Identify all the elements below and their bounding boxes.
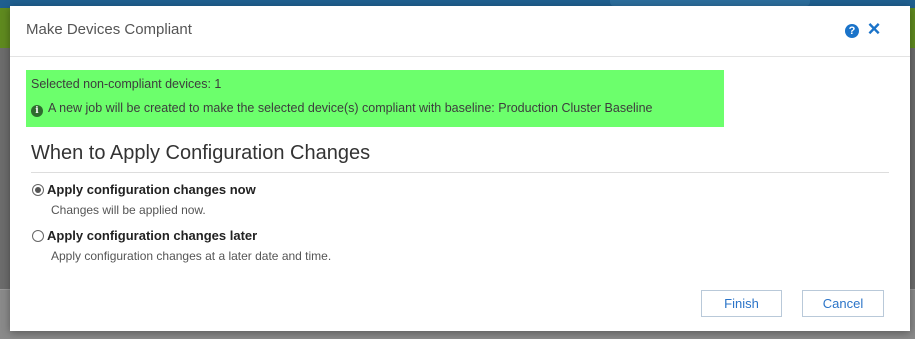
apply-now-description: Changes will be applied now. bbox=[51, 203, 206, 217]
dialog-header: Make Devices Compliant ? × bbox=[10, 6, 910, 57]
section-title: When to Apply Configuration Changes bbox=[31, 142, 371, 164]
close-icon[interactable]: × bbox=[866, 18, 882, 40]
apply-later-label[interactable]: Apply configuration changes later bbox=[47, 228, 257, 243]
apply-later-description: Apply configuration changes at a later d… bbox=[51, 249, 332, 263]
info-icon: i bbox=[31, 105, 43, 117]
selected-devices-count: Selected non-compliant devices: 1 bbox=[31, 77, 222, 91]
apply-now-radio[interactable] bbox=[32, 184, 44, 196]
job-info-message: i A new job will be created to make the s… bbox=[31, 101, 652, 117]
job-info-text: A new job will be created to make the se… bbox=[48, 101, 653, 115]
dialog-title: Make Devices Compliant bbox=[26, 21, 192, 38]
section-divider bbox=[31, 172, 889, 173]
make-devices-compliant-dialog: Make Devices Compliant ? × Selected non-… bbox=[10, 6, 910, 331]
apply-now-label[interactable]: Apply configuration changes now bbox=[47, 182, 256, 197]
compliance-notice: Selected non-compliant devices: 1 i A new… bbox=[26, 70, 724, 127]
help-icon[interactable]: ? bbox=[845, 24, 859, 38]
finish-button[interactable]: Finish bbox=[701, 290, 782, 317]
cancel-button[interactable]: Cancel bbox=[802, 290, 884, 317]
apply-later-radio[interactable] bbox=[32, 230, 44, 242]
